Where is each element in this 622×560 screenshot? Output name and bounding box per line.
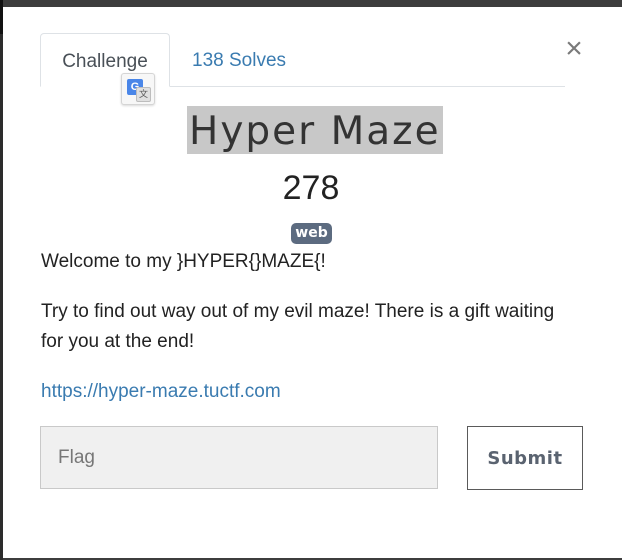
challenge-description-line2: Try to find out way out of my evil maze!… — [41, 301, 555, 352]
translate-button[interactable]: G 文 — [121, 73, 155, 105]
tab-bar: Challenge 138 Solves — [40, 33, 565, 87]
close-icon[interactable]: × — [563, 34, 585, 64]
challenge-title: Hyper Maze — [187, 106, 443, 154]
flag-input[interactable] — [40, 426, 438, 489]
challenge-description-line1: Welcome to my }HYPER{}MAZE{! — [41, 251, 326, 272]
tab-solves[interactable]: 138 Solves — [192, 33, 286, 86]
submit-button[interactable]: Submit — [467, 426, 583, 490]
challenge-link[interactable]: https://hyper-maze.tuctf.com — [41, 377, 281, 407]
category-badge: web — [291, 223, 332, 244]
challenge-points: 278 — [282, 169, 340, 207]
translate-glyph-icon: 文 — [136, 87, 151, 102]
